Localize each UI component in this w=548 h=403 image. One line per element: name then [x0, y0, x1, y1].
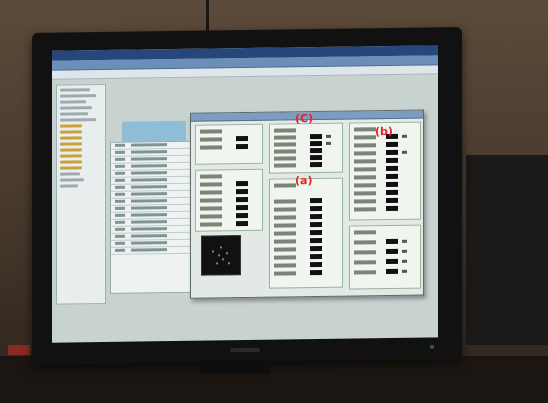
annotation-tag-a: (a)	[295, 174, 313, 188]
status-group-left	[195, 168, 263, 232]
annotation-tag-b: (b)	[375, 124, 393, 139]
side-pc-tower	[466, 155, 548, 345]
monitor-stand	[200, 360, 270, 374]
status-group-c	[269, 122, 343, 174]
power-led	[430, 345, 434, 349]
status-popup-window: (a) (b) (C)	[190, 109, 424, 299]
status-group-top-left	[195, 123, 263, 165]
monitor-logo	[230, 347, 260, 353]
left-tree-panel	[56, 83, 106, 305]
monitor-screen: (a) (b) (C)	[52, 45, 438, 343]
page-footer	[102, 311, 402, 325]
desk-object	[8, 345, 30, 355]
monitor: (a) (b) (C)	[32, 26, 462, 366]
status-group-bottom-right	[349, 224, 421, 290]
hanging-cable	[206, 0, 209, 34]
status-group-a	[269, 177, 343, 289]
waveform-display	[201, 235, 241, 276]
annotation-tag-c: (C)	[295, 112, 314, 126]
